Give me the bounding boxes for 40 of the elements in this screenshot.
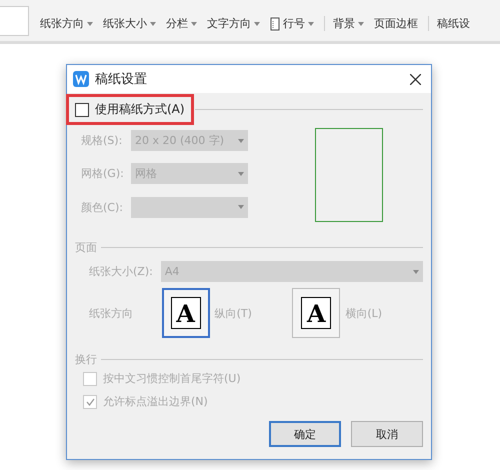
check-icon: [86, 398, 94, 406]
caret-icon: [238, 138, 244, 143]
orientation-button[interactable]: A: [162, 288, 210, 338]
line-numbers-icon: [270, 16, 280, 30]
option-label: 按中文习惯控制首尾字符(U): [103, 371, 241, 386]
dialog-button[interactable]: 取消: [351, 421, 423, 447]
orientation-label: 纵向(T): [214, 306, 252, 320]
field-label: 纸张大小(Z):: [89, 264, 153, 279]
caret-icon: [87, 22, 93, 26]
field-label: 颜色(C):: [81, 200, 124, 215]
caret-icon: [150, 22, 156, 26]
option-label: 允许标点溢出边界(N): [103, 394, 208, 409]
caret-icon: [191, 22, 197, 26]
ribbon-item[interactable]: 页面边框: [374, 16, 418, 31]
ribbon-item[interactable]: 稿纸设: [428, 16, 470, 31]
orientation-label: 横向(L): [345, 306, 382, 320]
orientation-button[interactable]: A: [292, 288, 340, 338]
field-label: 网格(G):: [81, 166, 125, 182]
caret-icon: [238, 205, 244, 210]
ribbon-item[interactable]: 纸张方向: [40, 16, 93, 31]
caret-icon: [413, 270, 419, 274]
use-grid-checkbox[interactable]: 使用稿纸方式(A): [69, 97, 191, 122]
dialog-button[interactable]: 确定: [269, 421, 341, 447]
ribbon-item[interactable]: 行号: [270, 16, 314, 31]
ribbon-item[interactable]: 分栏: [166, 16, 197, 31]
window-title: 稿纸设置: [95, 71, 148, 88]
field-label: 纸张方向: [89, 306, 134, 320]
ribbon-item[interactable]: 背景: [324, 16, 364, 31]
spin-field[interactable]: [0, 6, 29, 36]
caret-icon: [238, 172, 244, 176]
ribbon-item[interactable]: 文字方向: [207, 16, 260, 31]
caret-icon: [358, 22, 364, 26]
ribbon-item[interactable]: 纸张大小: [103, 16, 156, 31]
section-label: 页面: [75, 240, 97, 255]
caret-icon: [308, 22, 314, 26]
section-label: 换行: [75, 352, 97, 367]
app-logo-icon: [73, 71, 89, 87]
caret-icon: [254, 22, 260, 26]
close-icon: [410, 74, 421, 84]
field-label: 规格(S):: [81, 133, 124, 148]
